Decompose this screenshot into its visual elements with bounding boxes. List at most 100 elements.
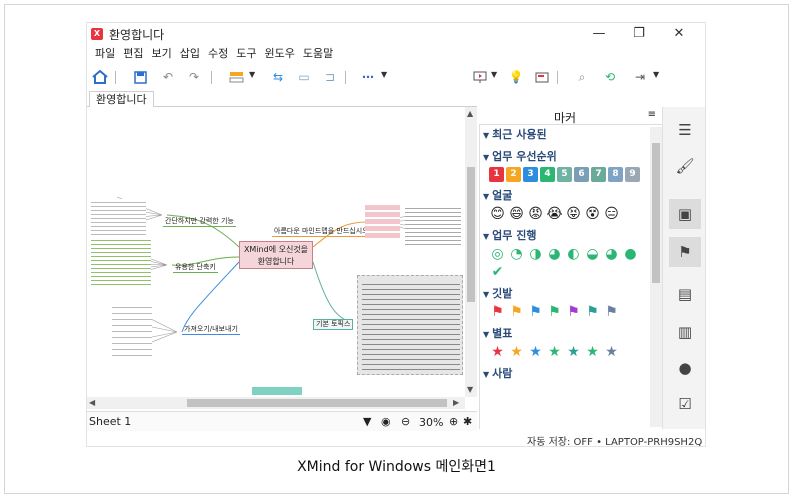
filter-icon[interactable]: ▼ — [363, 415, 371, 428]
home-icon[interactable] — [91, 68, 109, 86]
boundary-icon[interactable]: ▭ — [295, 68, 313, 86]
marker-icon[interactable]: ◕ — [546, 246, 563, 262]
pitch-icon[interactable] — [533, 68, 551, 86]
branch-topic[interactable]: 기본 토픽스 — [313, 319, 354, 330]
marker-icon[interactable]: ◕ — [603, 246, 620, 262]
close-button[interactable]: ✕ — [667, 25, 691, 43]
undo-icon[interactable]: ↶ — [159, 68, 177, 86]
tab-welcome[interactable]: 환영합니다 — [89, 91, 154, 107]
marker-icon[interactable]: ★ — [584, 344, 601, 360]
menu-tools[interactable]: 도구 — [232, 45, 260, 63]
sticker-icon[interactable]: ▤ — [669, 279, 701, 309]
panel-menu-icon[interactable]: ≡ — [648, 109, 656, 120]
scroll-up-icon[interactable]: ▲ — [467, 109, 473, 118]
marker-icon[interactable]: ✔ — [489, 264, 506, 280]
marker-section-header[interactable]: ▼ 사람 — [483, 366, 648, 382]
marker-section-header[interactable]: ▼ 최근 사용된 — [483, 127, 648, 143]
menu-file[interactable]: 파일 — [91, 45, 119, 63]
marker-icon[interactable]: ⚑ — [508, 304, 525, 320]
scrollbar-thumb[interactable] — [467, 167, 475, 302]
scroll-down-icon[interactable]: ▼ — [467, 385, 473, 394]
priority-marker[interactable]: 7 — [591, 167, 606, 182]
menu-insert[interactable]: 삽입 — [176, 45, 204, 63]
sheet-tab[interactable]: Sheet 1 — [89, 415, 131, 428]
chevron-down-icon[interactable]: ▼ — [491, 70, 497, 79]
marker-icon[interactable]: ★ — [489, 344, 506, 360]
scrollbar-thumb[interactable] — [652, 143, 660, 283]
share-icon[interactable]: ⟲ — [601, 68, 619, 86]
marker-icon[interactable]: ⚑ — [669, 237, 701, 267]
marker-icon[interactable]: 😑 — [603, 206, 620, 222]
chevron-down-icon[interactable]: ▼ — [653, 70, 659, 79]
marker-icon[interactable]: ⚑ — [584, 304, 601, 320]
outline-icon[interactable]: ☰ — [669, 115, 701, 145]
topic-icon[interactable] — [227, 68, 245, 86]
marker-icon[interactable]: ⚑ — [546, 304, 563, 320]
branch-topic[interactable]: 아름다운 마인드맵을 만드십시오 — [272, 227, 371, 237]
branch-topic[interactable]: 가져오기/내보내기 — [182, 325, 240, 335]
export-icon[interactable]: ⇥ — [631, 68, 649, 86]
scroll-right-icon[interactable]: ▶ — [453, 398, 459, 407]
notes-icon[interactable]: ▥ — [669, 317, 701, 347]
format-icon[interactable]: 🖌 — [669, 151, 701, 181]
presentation-icon[interactable] — [471, 68, 489, 86]
summary-icon[interactable]: ⊐ — [321, 68, 339, 86]
branch-topic[interactable]: 간단하지만 강력한 기능 — [163, 217, 236, 227]
marker-section-header[interactable]: ▼ 업무 우선순위 — [483, 149, 648, 165]
marker-icon[interactable]: ◒ — [584, 246, 601, 262]
marker-icon[interactable]: ★ — [527, 344, 544, 360]
marker-icon[interactable]: 😵 — [584, 206, 601, 222]
priority-marker[interactable]: 8 — [608, 167, 623, 182]
marker-icon[interactable]: ★ — [546, 344, 563, 360]
search-icon[interactable]: ⌕ — [573, 68, 591, 86]
canvas-horizontal-scrollbar[interactable]: ◀ ▶ — [87, 397, 465, 409]
maximize-button[interactable]: ❐ — [627, 25, 651, 43]
marker-icon[interactable]: 😄 — [508, 206, 525, 222]
marker-icon[interactable]: ⚑ — [527, 304, 544, 320]
priority-marker[interactable]: 1 — [489, 167, 504, 182]
mindmap-canvas[interactable]: 간단하지만 강력한 기능 아름다운 마인드맵을 만드십시오 유용한 단축키 가져… — [87, 107, 465, 397]
zoom-in-button[interactable]: ⊕ — [449, 415, 458, 428]
marker-icon[interactable]: 😊 — [489, 206, 506, 222]
central-topic[interactable]: XMind에 오신것을 환영합니다 — [239, 241, 313, 269]
more-icon[interactable]: ⋯ — [359, 68, 377, 86]
marker-icon[interactable]: ⚑ — [489, 304, 506, 320]
priority-marker[interactable]: 3 — [523, 167, 538, 182]
marker-icon[interactable]: ⚑ — [603, 304, 620, 320]
priority-marker[interactable]: 6 — [574, 167, 589, 182]
save-icon[interactable] — [131, 68, 149, 86]
branch-topic[interactable]: 유용한 단축키 — [173, 263, 218, 273]
marker-icon[interactable]: 😡 — [527, 206, 544, 222]
marker-icon[interactable]: ⚑ — [565, 304, 582, 320]
marker-icon[interactable]: ★ — [603, 344, 620, 360]
marker-icon[interactable]: 😝 — [565, 206, 582, 222]
zoom-out-button[interactable]: ⊖ — [401, 415, 410, 428]
menu-view[interactable]: 보기 — [148, 45, 176, 63]
marker-icon[interactable]: ◎ — [489, 246, 506, 262]
redo-icon[interactable]: ↷ — [185, 68, 203, 86]
image-icon[interactable]: ▣ — [669, 199, 701, 229]
priority-marker[interactable]: 4 — [540, 167, 555, 182]
marker-icon[interactable]: ● — [622, 246, 639, 262]
marker-icon[interactable]: ◐ — [565, 246, 582, 262]
comment-icon[interactable]: ● — [669, 353, 701, 383]
panel-scrollbar[interactable] — [650, 127, 662, 427]
eye-icon[interactable]: ◉ — [381, 415, 391, 428]
brainstorm-icon[interactable]: 💡 — [507, 68, 525, 86]
marker-section-header[interactable]: ▼ 깃발 — [483, 286, 648, 302]
marker-icon[interactable]: ◑ — [527, 246, 544, 262]
marker-icon[interactable]: ★ — [508, 344, 525, 360]
fit-icon[interactable]: ✱ — [463, 415, 472, 428]
marker-icon[interactable]: 😭 — [546, 206, 563, 222]
menu-help[interactable]: 도움말 — [299, 45, 337, 63]
chevron-down-icon[interactable]: ▼ — [381, 70, 387, 79]
marker-section-header[interactable]: ▼ 얼굴 — [483, 188, 648, 204]
priority-marker[interactable]: 2 — [506, 167, 521, 182]
priority-marker[interactable]: 5 — [557, 167, 572, 182]
minimize-button[interactable]: — — [587, 25, 611, 43]
marker-icon[interactable]: ★ — [565, 344, 582, 360]
menu-edit[interactable]: 편집 — [119, 45, 147, 63]
marker-section-header[interactable]: ▼ 업무 진행 — [483, 228, 648, 244]
marker-icon[interactable]: ◔ — [508, 246, 525, 262]
relationship-icon[interactable]: ⇆ — [269, 68, 287, 86]
